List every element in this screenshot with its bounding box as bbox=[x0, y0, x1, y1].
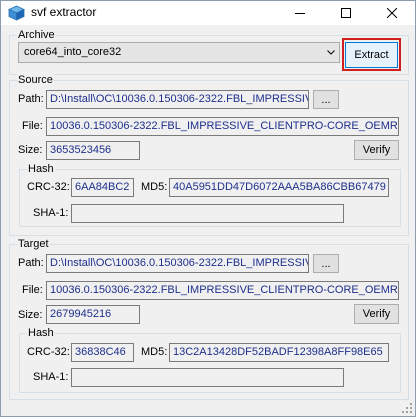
close-icon bbox=[387, 8, 397, 18]
target-path-field[interactable]: D:\Install\OC\10036.0.150306-2322.FBL_IM… bbox=[46, 254, 309, 273]
source-group-label: Source bbox=[17, 74, 54, 87]
source-size-field[interactable]: 3653523456 bbox=[46, 141, 140, 160]
minimize-button[interactable] bbox=[277, 1, 323, 25]
app-cube-icon bbox=[8, 5, 25, 21]
maximize-icon bbox=[341, 8, 351, 18]
target-group-label: Target bbox=[17, 238, 50, 251]
source-file-label: File: bbox=[22, 120, 43, 132]
target-path-label: Path: bbox=[18, 257, 44, 269]
main-window: svf extractor Archive core64_into_core32… bbox=[0, 0, 416, 417]
archive-select[interactable]: core64_into_core32 bbox=[18, 42, 340, 63]
resize-grip-icon[interactable] bbox=[401, 402, 413, 414]
source-path-field[interactable]: D:\Install\OC\10036.0.150306-2322.FBL_IM… bbox=[46, 90, 309, 109]
extract-button[interactable]: Extract bbox=[345, 42, 398, 68]
minimize-icon bbox=[295, 13, 305, 14]
target-sha-field[interactable] bbox=[71, 368, 344, 387]
window-title: svf extractor bbox=[31, 5, 97, 19]
source-path-label: Path: bbox=[18, 93, 44, 105]
source-browse-button[interactable]: ... bbox=[313, 90, 339, 109]
target-sha-label: SHA-1: bbox=[33, 371, 69, 383]
source-crc-field[interactable]: 6AA84BC2 bbox=[71, 178, 134, 197]
source-verify-button[interactable]: Verify bbox=[354, 140, 399, 160]
target-crc-label: CRC-32: bbox=[27, 346, 70, 358]
target-crc-field[interactable]: 36838C46 bbox=[71, 343, 134, 362]
target-md5-field[interactable]: 13C2A13428DF52BADF12398A8FF98E65 bbox=[169, 343, 389, 362]
source-size-label: Size: bbox=[18, 144, 43, 156]
source-md5-label: MD5: bbox=[141, 181, 168, 193]
source-md5-field[interactable]: 40A5951DD47D6072AAA5BA86CBB67479 bbox=[169, 178, 389, 197]
target-browse-button[interactable]: ... bbox=[313, 254, 339, 273]
maximize-button[interactable] bbox=[323, 1, 369, 25]
target-size-field[interactable]: 2679945216 bbox=[46, 305, 140, 324]
chevron-down-icon bbox=[322, 43, 339, 62]
target-file-field[interactable]: 10036.0.150306-2322.FBL_IMPRESSIVE_CLIEN… bbox=[46, 281, 399, 300]
archive-group-label: Archive bbox=[17, 29, 56, 42]
close-button[interactable] bbox=[369, 1, 415, 25]
target-hash-group-label: Hash bbox=[27, 327, 55, 340]
source-file-field[interactable]: 10036.0.150306-2322.FBL_IMPRESSIVE_CLIEN… bbox=[46, 117, 399, 136]
source-sha-field[interactable] bbox=[71, 204, 344, 223]
source-hash-group-label: Hash bbox=[27, 163, 55, 176]
source-sha-label: SHA-1: bbox=[33, 207, 69, 219]
target-verify-button[interactable]: Verify bbox=[354, 304, 399, 324]
source-crc-label: CRC-32: bbox=[27, 181, 70, 193]
title-bar[interactable]: svf extractor bbox=[1, 1, 415, 25]
target-md5-label: MD5: bbox=[141, 346, 168, 358]
archive-selected-value: core64_into_core32 bbox=[24, 46, 122, 58]
target-size-label: Size: bbox=[18, 309, 43, 321]
target-file-label: File: bbox=[22, 284, 43, 296]
